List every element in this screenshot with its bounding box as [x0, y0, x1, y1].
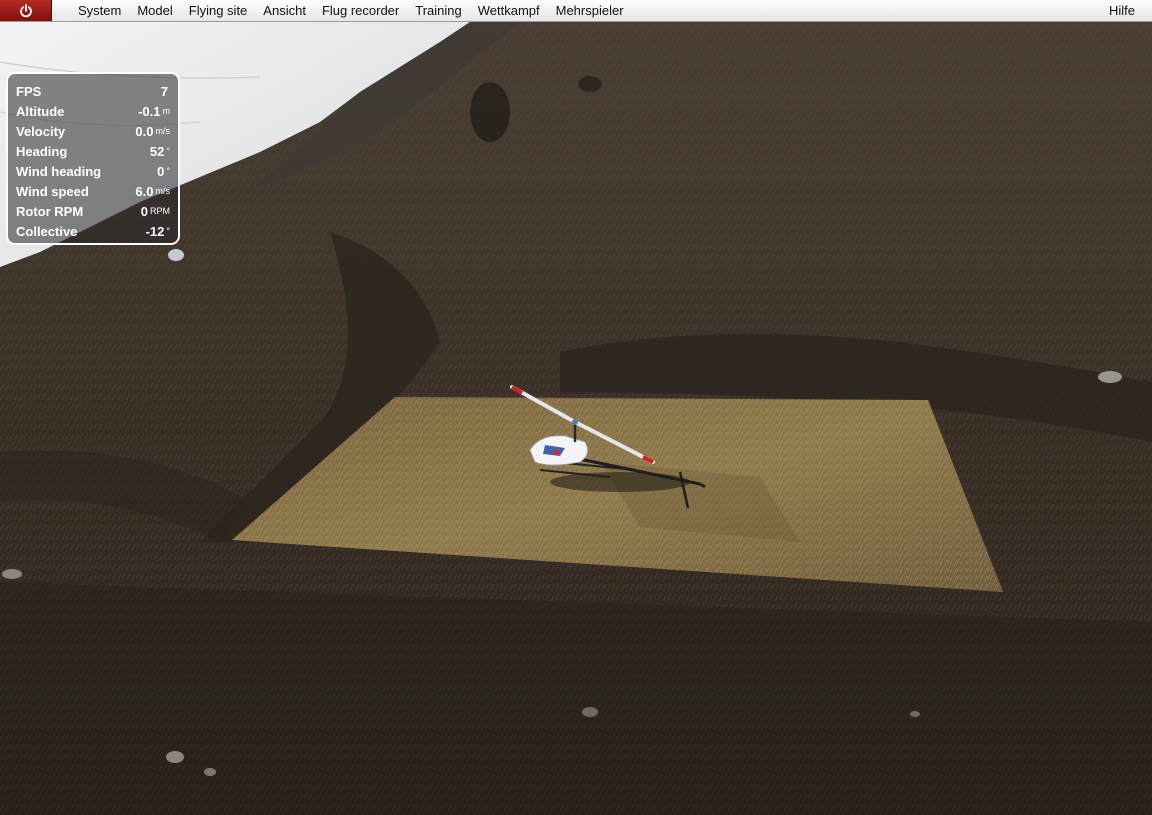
- hud-label: Wind speed: [16, 183, 89, 199]
- hud-row-wind-heading: Wind heading 0 °: [16, 161, 170, 181]
- hud-row-collective: Collective -12 °: [16, 221, 170, 241]
- hud-unit: °: [166, 226, 170, 236]
- hud-label: Wind heading: [16, 163, 102, 179]
- hud-value: 0: [157, 163, 165, 179]
- hud-value: 6.0: [135, 183, 154, 199]
- hud-label: FPS: [16, 83, 42, 99]
- menu-mehrspieler[interactable]: Mehrspieler: [548, 0, 632, 21]
- power-button[interactable]: [0, 0, 52, 21]
- hud-row-rotor-rpm: Rotor RPM 0 RPM: [16, 201, 170, 221]
- menu-items: System Model Flying site Ansicht Flug re…: [70, 0, 632, 21]
- hud-value: -12: [145, 223, 165, 239]
- flight-telemetry-panel: FPS 7 Altitude -0.1 m Velocity 0.0 m/s H…: [6, 72, 180, 245]
- menu-training[interactable]: Training: [407, 0, 469, 21]
- menu-model[interactable]: Model: [129, 0, 180, 21]
- menu-flying-site[interactable]: Flying site: [181, 0, 256, 21]
- hud-unit: °: [166, 166, 170, 176]
- power-icon: [19, 3, 32, 17]
- hud-label: Velocity: [16, 123, 66, 139]
- hud-unit: RPM: [150, 206, 170, 216]
- hud-row-altitude: Altitude -0.1 m: [16, 101, 170, 121]
- hud-value: 0: [140, 203, 148, 219]
- hud-label: Collective: [16, 223, 78, 239]
- menu-bar: System Model Flying site Ansicht Flug re…: [0, 0, 1152, 22]
- hud-unit: m/s: [155, 186, 171, 196]
- hud-label: Heading: [16, 143, 68, 159]
- hud-unit: m: [162, 106, 171, 116]
- hud-value: 52: [149, 143, 165, 159]
- hud-row-wind-speed: Wind speed 6.0 m/s: [16, 181, 170, 201]
- hud-label: Rotor RPM: [16, 203, 84, 219]
- menu-hilfe[interactable]: Hilfe: [1109, 0, 1135, 21]
- hud-row-heading: Heading 52 °: [16, 141, 170, 161]
- menu-ansicht[interactable]: Ansicht: [255, 0, 314, 21]
- hud-unit: °: [166, 146, 170, 156]
- hud-row-velocity: Velocity 0.0 m/s: [16, 121, 170, 141]
- hud-value: -0.1: [138, 103, 161, 119]
- menu-system[interactable]: System: [70, 0, 129, 21]
- hud-unit: m/s: [155, 126, 171, 136]
- menu-flug-recorder[interactable]: Flug recorder: [314, 0, 407, 21]
- hud-row-fps: FPS 7: [16, 81, 170, 101]
- menu-wettkampf[interactable]: Wettkampf: [470, 0, 548, 21]
- hud-value: 0.0: [135, 123, 154, 139]
- hud-label: Altitude: [16, 103, 65, 119]
- hud-value: 7: [160, 83, 168, 99]
